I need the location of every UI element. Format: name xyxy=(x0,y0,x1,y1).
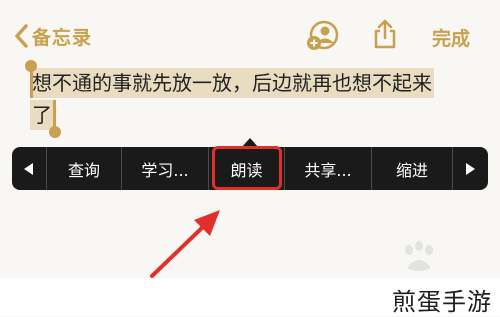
selected-text-line-1[interactable]: 想不通的事就先放一放，后边就再也想不起来 xyxy=(30,68,434,98)
menu-item-share[interactable]: 共享... xyxy=(285,147,371,190)
brand-label: 煎蛋手游 xyxy=(392,288,492,316)
done-button[interactable]: 完成 xyxy=(432,24,470,51)
baidu-watermark-icon xyxy=(405,241,433,271)
note-body[interactable]: 想不通的事就先放一放，后边就再也想不起来 了 xyxy=(30,68,440,130)
selection-start-caret xyxy=(30,68,33,98)
menu-item-lookup[interactable]: 查询 xyxy=(47,147,121,190)
menu-item-indent[interactable]: 缩进 xyxy=(372,147,452,190)
menu-prev-button[interactable] xyxy=(12,147,46,190)
triangle-right-icon xyxy=(466,162,475,175)
share-icon xyxy=(374,19,396,49)
speak-highlight-box xyxy=(212,146,282,190)
triangle-left-icon xyxy=(24,162,33,175)
chevron-left-icon xyxy=(15,24,28,48)
menu-item-learn[interactable]: 学习... xyxy=(122,147,208,190)
selected-text-line-2[interactable]: 了 xyxy=(30,100,54,130)
share-button[interactable] xyxy=(372,18,398,54)
add-person-icon xyxy=(307,20,339,50)
selection-end-handle[interactable] xyxy=(49,126,61,138)
annotation-arrow-icon xyxy=(150,210,220,278)
add-collaborator-button[interactable] xyxy=(305,20,341,56)
back-label: 备忘录 xyxy=(32,26,93,49)
back-button[interactable]: 备忘录 xyxy=(14,22,92,50)
menu-next-button[interactable] xyxy=(453,147,487,190)
